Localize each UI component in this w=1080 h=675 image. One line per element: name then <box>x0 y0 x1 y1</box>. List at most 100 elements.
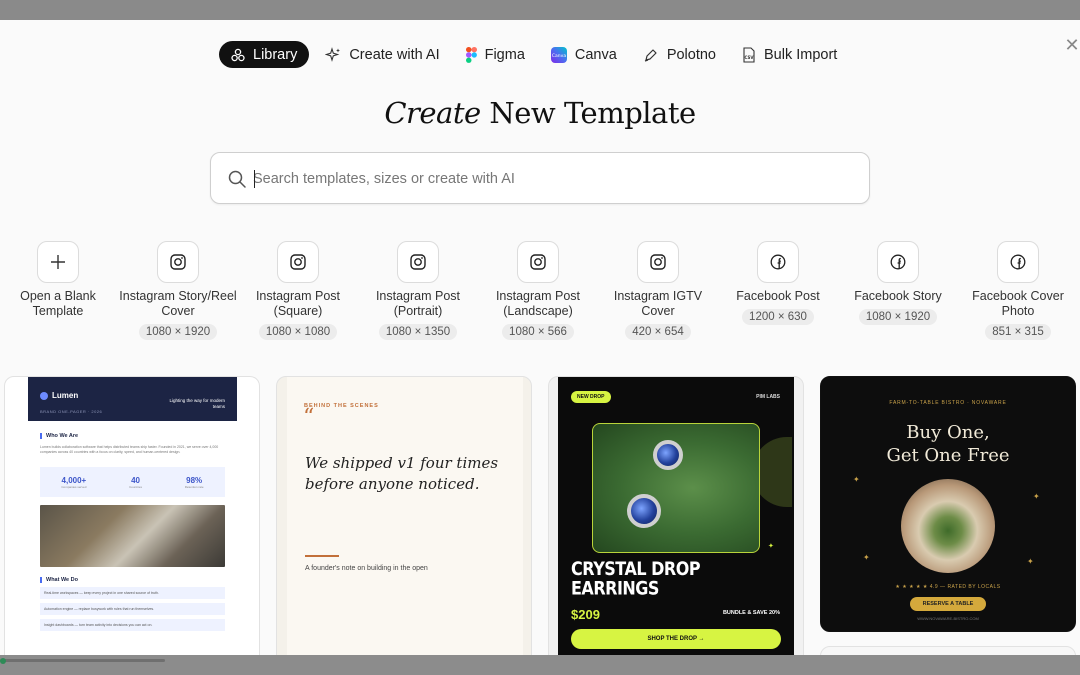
size-preset-facebook-story[interactable]: Facebook Story 1080 × 1920 <box>838 241 958 325</box>
stat-value: 98% <box>186 475 203 485</box>
subtext: A founder's note on building in the open <box>305 565 428 572</box>
search-box[interactable] <box>210 152 870 204</box>
tab-figma[interactable]: Figma <box>456 41 535 68</box>
figma-icon <box>465 46 477 63</box>
search-input[interactable] <box>253 167 843 191</box>
size-preset-instagram-igtv[interactable]: Instagram IGTV Cover 420 × 654 <box>598 241 718 340</box>
tab-label: Bulk Import <box>764 46 838 63</box>
size-preset-facebook-cover[interactable]: Facebook Cover Photo 851 × 315 <box>958 241 1078 340</box>
section-heading: What We Do <box>40 577 225 583</box>
size-preset-label: Instagram Post (Portrait) <box>375 289 461 318</box>
feature-row: Automation engine — replace busywork wit… <box>40 603 225 615</box>
tab-polotno[interactable]: Polotno <box>633 41 726 68</box>
size-preset-label: Facebook Post <box>736 289 820 303</box>
tab-library[interactable]: Library <box>219 41 310 68</box>
headline: Buy One, Get One Free <box>821 421 1075 467</box>
template-card-next[interactable] <box>820 646 1076 655</box>
size-preset-blank[interactable]: Open a Blank Template <box>0 241 118 319</box>
size-preset-label: Instagram Story/Reel Cover <box>119 289 237 318</box>
shop-button: SHOP THE DROP → <box>571 629 781 649</box>
facebook-icon <box>757 241 799 283</box>
brand-label: PIM LABS <box>756 394 780 400</box>
size-dimensions-badge: 1080 × 1080 <box>258 324 338 340</box>
size-preset-instagram-square[interactable]: Instagram Post (Square) 1080 × 1080 <box>238 241 358 340</box>
size-preset-instagram-portrait[interactable]: Instagram Post (Portrait) 1080 × 1350 <box>358 241 478 340</box>
template-card-lumen[interactable]: Lumen Lighting the way for modern teams … <box>4 376 260 655</box>
size-preset-label: Instagram Post (Square) <box>255 289 341 318</box>
stat-label: Retention rate <box>184 484 204 489</box>
pen-icon <box>643 47 659 63</box>
tab-create-with-ai[interactable]: Create with AI <box>315 41 449 68</box>
search-icon <box>227 169 247 194</box>
stats-row: 4,000+ Companies served 40 Countries 98% Re… <box>40 467 225 497</box>
size-dimensions-badge: 1080 × 1350 <box>378 324 458 340</box>
size-preset-instagram-story[interactable]: Instagram Story/Reel Cover 1080 × 1920 <box>118 241 238 340</box>
stat: 40 Countries <box>129 476 142 489</box>
instagram-icon <box>517 241 559 283</box>
close-icon[interactable]: ✕ <box>1062 36 1080 54</box>
headline: We shipped v1 four times before anyone n… <box>305 454 499 493</box>
section-paragraph: Lumen builds collaboration software that… <box>40 445 219 454</box>
price: $209 <box>571 607 600 622</box>
template-preview: NEW DROP PIM LABS CRYSTAL DROP EARRINGS $… <box>558 377 794 655</box>
brand-subline: BRAND ONE-PAGER · 2026 <box>40 409 103 414</box>
rating-text: ★ ★ ★ ★ ★ 4.9 — RATED BY LOCALS <box>895 584 1001 590</box>
size-dimensions-badge: 1200 × 630 <box>742 309 814 325</box>
tab-label: Create with AI <box>349 46 440 63</box>
brand-logo: Lumen <box>40 391 78 400</box>
sparkle-icon: ✦ <box>768 543 774 550</box>
facebook-icon <box>877 241 919 283</box>
text-caret <box>254 170 255 188</box>
stat: 98% Retention rate <box>185 476 204 489</box>
bundle-text: BUNDLE & SAVE 20% <box>722 610 780 616</box>
instagram-icon <box>637 241 679 283</box>
size-preset-instagram-landscape[interactable]: Instagram Post (Landscape) 1080 × 566 <box>478 241 598 340</box>
stat: 4,000+ Companies served <box>61 476 86 489</box>
instagram-icon <box>157 241 199 283</box>
size-presets: Open a Blank Template Instagram Story/Re… <box>0 241 1080 361</box>
plus-icon <box>37 241 79 283</box>
stat-label: Companies served <box>61 484 87 489</box>
sparkle-icon <box>325 46 341 63</box>
create-template-modal: ✕ Library Create with AI Figma Canva Can… <box>0 20 1080 655</box>
template-preview: BEHIND THE SCENES “ We shipped v1 four t… <box>287 377 523 655</box>
brand-name: Lumen <box>52 391 79 400</box>
product-name-line: EARRINGS <box>571 577 659 600</box>
template-card-shipped[interactable]: BEHIND THE SCENES “ We shipped v1 four t… <box>276 376 532 655</box>
instagram-icon <box>397 241 439 283</box>
background-app-bottombar <box>0 655 1080 675</box>
template-card-bistro[interactable]: FARM-TO-TABLE BISTRO · NOVAWARE Buy One,… <box>820 376 1076 632</box>
progress-track <box>0 659 165 662</box>
stat-value: 4,000+ <box>61 475 87 485</box>
template-preview: Lumen Lighting the way for modern teams … <box>28 377 237 655</box>
size-dimensions-badge: 1080 × 566 <box>502 324 574 340</box>
size-dimensions-badge: 1080 × 1920 <box>138 324 218 340</box>
stat-label: Countries <box>129 484 142 489</box>
new-drop-badge: NEW DROP <box>571 391 611 403</box>
tab-label: Polotno <box>666 46 716 63</box>
template-card-crystal-drop[interactable]: NEW DROP PIM LABS CRYSTAL DROP EARRINGS $… <box>548 376 804 655</box>
sparkle-icon: ✦ <box>1027 557 1034 566</box>
title-rest: New Template <box>489 96 696 130</box>
size-dimensions-badge: 851 × 315 <box>985 324 1051 340</box>
headline-line: Buy One, <box>906 422 990 443</box>
sparkle-icon: ✦ <box>863 553 870 562</box>
tab-canva[interactable]: Canva Canva <box>541 41 627 68</box>
size-preset-label: Facebook Cover Photo <box>972 289 1064 318</box>
csv-file-icon: CSV <box>742 46 756 63</box>
feature-row: Insight dashboards — turn team activity … <box>40 619 225 631</box>
section-heading: Who We Are <box>40 433 225 439</box>
tab-bulk-import[interactable]: CSV Bulk Import <box>732 41 847 68</box>
instagram-icon <box>277 241 319 283</box>
product-name: CRYSTAL DROP EARRINGS <box>571 559 701 600</box>
size-preset-label: Open a Blank Template <box>20 289 96 318</box>
website-text: WWW.NOVAWARE-BISTRO.COM <box>917 616 979 621</box>
headline-line: Get One Free <box>886 445 1010 466</box>
sparkle-icon: ✦ <box>1033 492 1040 501</box>
stat-value: 40 <box>131 475 141 485</box>
size-preset-label: Facebook Story <box>854 289 942 303</box>
reserve-button: RESERVE A TABLE <box>910 597 986 611</box>
library-icon <box>231 48 245 62</box>
size-preset-facebook-post[interactable]: Facebook Post 1200 × 630 <box>718 241 838 325</box>
divider <box>305 555 339 557</box>
